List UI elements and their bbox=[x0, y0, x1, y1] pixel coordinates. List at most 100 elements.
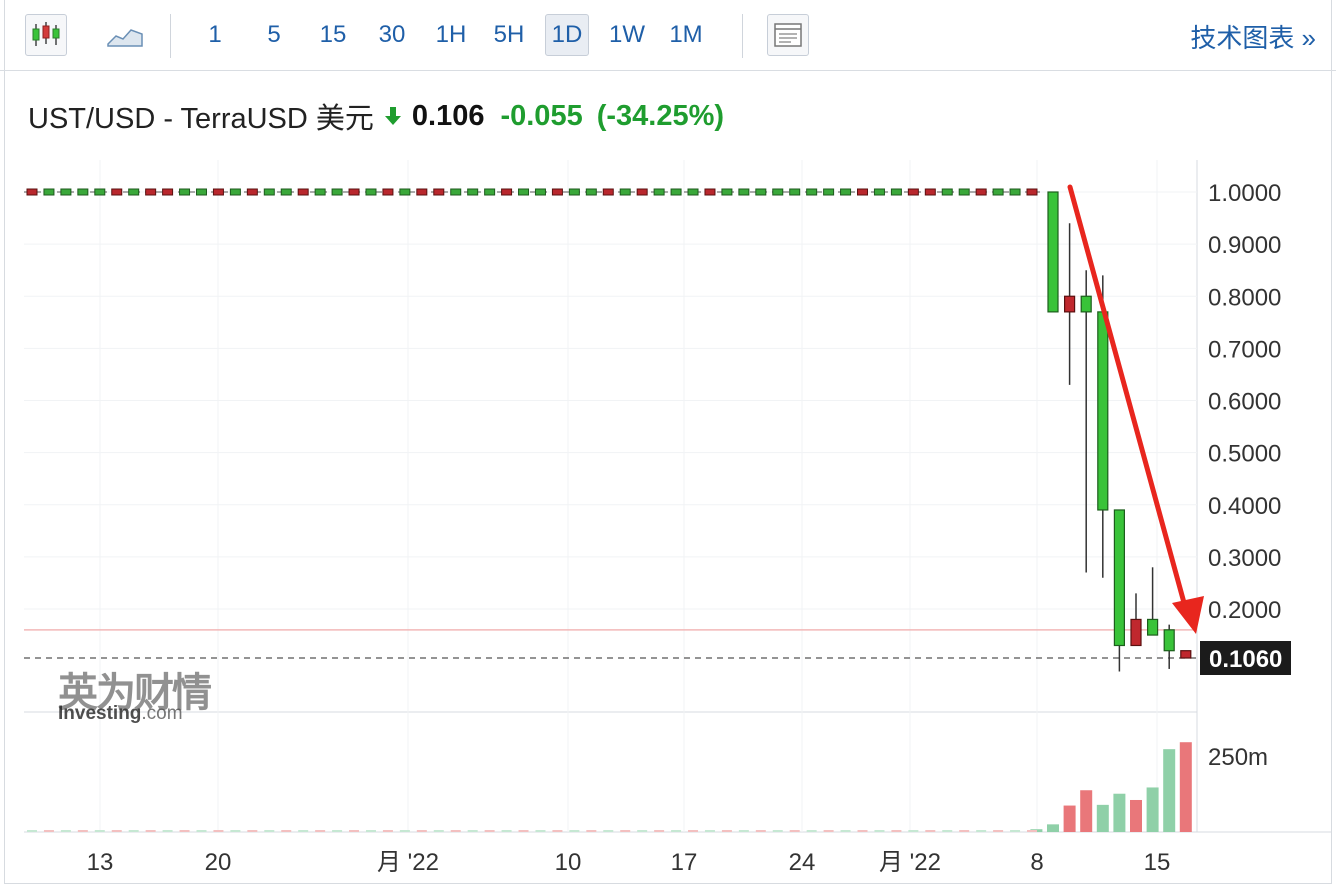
flat-candle bbox=[992, 188, 1004, 196]
flat-candle bbox=[585, 188, 597, 196]
flat-candle bbox=[738, 188, 750, 196]
volume-bar-minor bbox=[857, 830, 868, 832]
x-tick-label: 8 bbox=[1030, 849, 1043, 876]
volume-bar-minor bbox=[281, 830, 292, 832]
flat-candle bbox=[145, 188, 157, 196]
volume-bar bbox=[1096, 804, 1109, 832]
flat-candle bbox=[636, 188, 648, 196]
flat-candle bbox=[179, 188, 191, 196]
flat-candle bbox=[704, 188, 716, 196]
annotation-arrow-shaft bbox=[1067, 184, 1189, 613]
flat-candle bbox=[958, 188, 970, 196]
y-tick-label: 0.5000 bbox=[1208, 441, 1281, 468]
x-tick-label: 13 bbox=[87, 849, 114, 876]
volume-bar bbox=[1130, 799, 1142, 832]
x-tick-label: 17 bbox=[671, 849, 698, 876]
flat-candle bbox=[907, 188, 919, 196]
volume-bar-minor bbox=[721, 830, 732, 832]
last-price-tag-label: 0.1060 bbox=[1209, 646, 1282, 673]
volume-bar-minor bbox=[942, 830, 953, 832]
flat-candle bbox=[280, 188, 292, 196]
flat-candle bbox=[229, 188, 241, 196]
volume-bar-minor bbox=[755, 830, 766, 832]
flat-candle bbox=[924, 188, 936, 196]
watermark-brand-en-domain: .com bbox=[141, 703, 183, 724]
price-chart[interactable]: 1.0000 0.9000 0.8000 0.7000 0.6000 0.5000 0.40… bbox=[0, 0, 1336, 888]
volume-bar-minor bbox=[365, 830, 376, 832]
flat-candle bbox=[518, 188, 530, 196]
flat-candle bbox=[382, 188, 394, 196]
volume-bar-minor bbox=[450, 830, 461, 832]
x-tick-label: 月 '22 bbox=[377, 849, 439, 876]
volume-bar-minor bbox=[332, 830, 343, 832]
volume-bar-minor bbox=[399, 830, 410, 832]
watermark-brand-en: Investing.com bbox=[58, 703, 183, 725]
flat-candle bbox=[823, 188, 835, 196]
flat-candle bbox=[1026, 188, 1038, 196]
volume-bar-minor bbox=[772, 830, 783, 832]
volume-bar-minor bbox=[145, 830, 156, 832]
volume-bar-minor bbox=[552, 830, 563, 832]
candle-body bbox=[1180, 650, 1192, 659]
candle-body bbox=[1080, 295, 1092, 313]
volume-bar-minor bbox=[1010, 830, 1021, 832]
volume-bar-minor bbox=[891, 830, 902, 832]
annotation-arrow-head bbox=[1172, 596, 1204, 634]
flat-candle bbox=[755, 188, 767, 196]
volume-bar bbox=[1146, 787, 1159, 832]
volume-bar-minor bbox=[94, 830, 105, 832]
flat-candle bbox=[772, 188, 784, 196]
flat-candle bbox=[840, 188, 852, 196]
volume-bar-minor bbox=[620, 830, 631, 832]
volume-bar-minor bbox=[637, 830, 648, 832]
volume-bar-minor bbox=[162, 830, 173, 832]
candle-body bbox=[1146, 618, 1159, 636]
flat-candle bbox=[467, 188, 479, 196]
flat-candle bbox=[602, 188, 614, 196]
flat-candle bbox=[26, 188, 38, 196]
volume-bar-minor bbox=[60, 830, 71, 832]
volume-bar-minor bbox=[382, 830, 393, 832]
volume-bar-minor bbox=[416, 830, 427, 832]
volume-bar-minor bbox=[349, 830, 360, 832]
flat-candle bbox=[416, 188, 428, 196]
volume-bar-minor bbox=[315, 830, 326, 832]
flat-candle bbox=[365, 188, 377, 196]
y-tick-label: 0.9000 bbox=[1208, 232, 1281, 259]
volume-bar-minor bbox=[671, 830, 682, 832]
candle-body bbox=[1130, 618, 1142, 647]
volume-bar-minor bbox=[976, 830, 987, 832]
volume-bar-minor bbox=[874, 830, 885, 832]
candle-body bbox=[1063, 295, 1076, 313]
volume-bar-minor bbox=[111, 830, 122, 832]
flat-candle bbox=[331, 188, 343, 196]
volume-bar-minor bbox=[959, 830, 970, 832]
volume-bar-minor bbox=[264, 830, 275, 832]
candle-body bbox=[1097, 311, 1109, 511]
flat-candle bbox=[484, 188, 496, 196]
y-tick-label: 1.0000 bbox=[1208, 180, 1281, 207]
y-tick-label: 0.6000 bbox=[1208, 389, 1281, 416]
flat-candle bbox=[314, 188, 326, 196]
flat-candle bbox=[94, 188, 106, 196]
flat-candle bbox=[670, 188, 682, 196]
volume-bar-minor bbox=[27, 830, 37, 832]
volume-bar-minor bbox=[840, 830, 851, 832]
volume-bar-minor bbox=[586, 830, 597, 832]
volume-bar-minor bbox=[433, 830, 444, 832]
y-tick-label: 0.8000 bbox=[1208, 284, 1281, 311]
volume-bar-minor bbox=[1027, 830, 1037, 832]
y-tick-label: 0.3000 bbox=[1208, 545, 1281, 572]
y-tick-label: 0.7000 bbox=[1208, 336, 1281, 363]
volume-bar bbox=[1163, 749, 1176, 832]
volume-bar-minor bbox=[569, 830, 580, 832]
volume-bar-minor bbox=[518, 830, 529, 832]
volume-bar-minor bbox=[738, 830, 749, 832]
flat-candle bbox=[551, 188, 563, 196]
flat-candle bbox=[162, 188, 174, 196]
volume-bar-minor bbox=[993, 830, 1004, 832]
flat-candle bbox=[263, 188, 275, 196]
volume-bar bbox=[1113, 793, 1126, 832]
flat-candle bbox=[941, 188, 953, 196]
flat-candle bbox=[77, 188, 89, 196]
